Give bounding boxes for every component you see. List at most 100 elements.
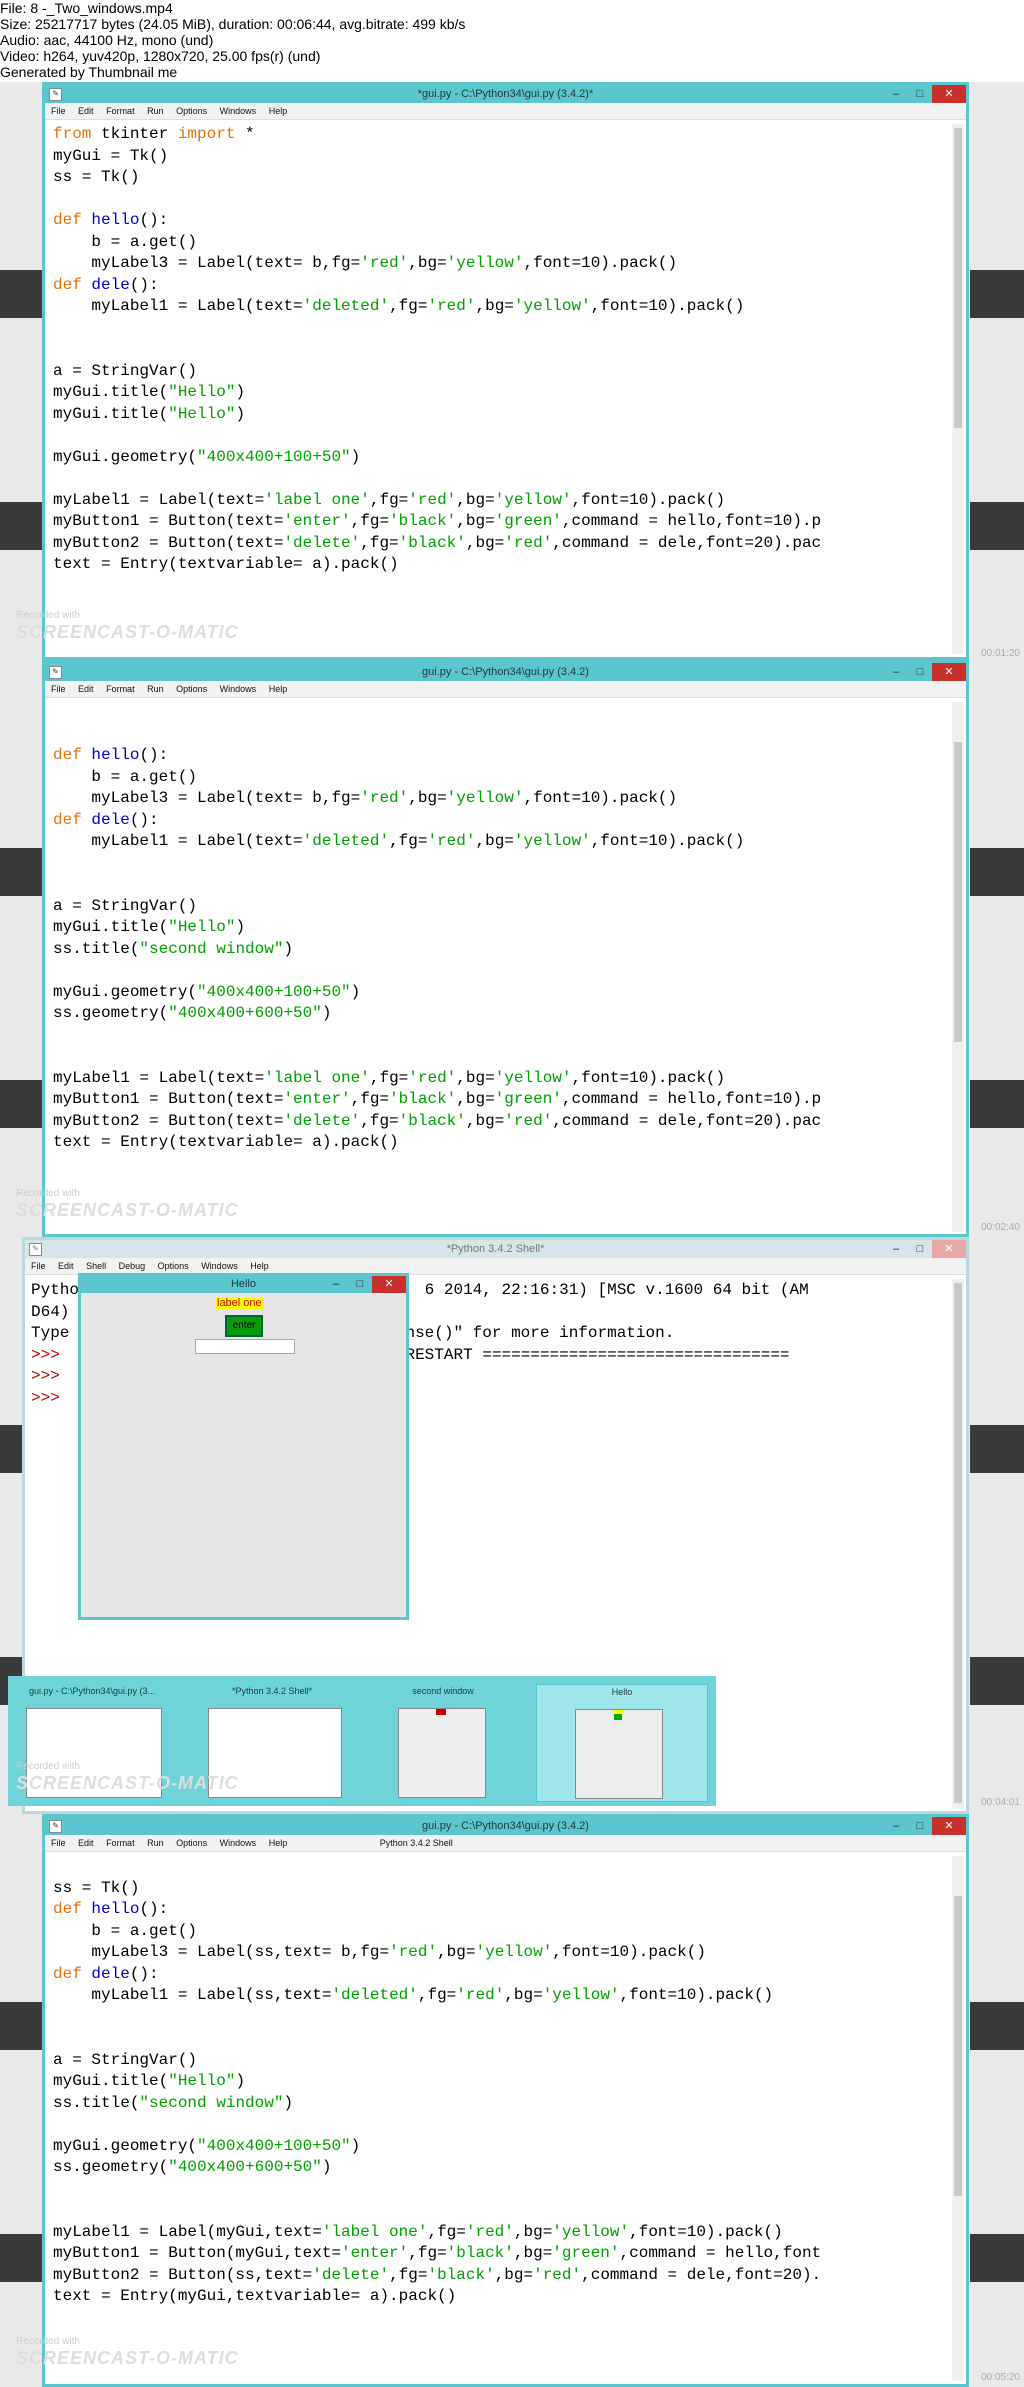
info-size: Size: 25217717 bytes (24.05 MiB), durati… xyxy=(0,16,466,32)
enter-button[interactable]: enter xyxy=(225,1315,263,1337)
menu-edit[interactable]: Edit xyxy=(78,1838,94,1848)
close-button[interactable]: ✕ xyxy=(932,1817,966,1835)
scrollbar-thumb[interactable] xyxy=(954,1896,962,2196)
recorded-with-text: Recorded with xyxy=(16,2336,80,2347)
menu-windows[interactable]: Windows xyxy=(220,1838,257,1848)
info-video: Video: h264, yuv420p, 1280x720, 25.00 fp… xyxy=(0,48,321,64)
screencast-logo: SCREENCAST-O-MATIC xyxy=(16,1773,239,1793)
timestamp: 00:02:40 xyxy=(981,1222,1020,1233)
window-titlebar[interactable]: ✎ gui.py - C:\Python34\gui.py (3.4.2) – … xyxy=(45,1817,966,1835)
timestamp: 00:05:20 xyxy=(981,2372,1020,2383)
close-button[interactable]: ✕ xyxy=(932,85,966,103)
vertical-scrollbar[interactable] xyxy=(952,124,964,654)
thumb-title: second window xyxy=(412,1686,474,1696)
frame-3: ✎ *Python 3.4.2 Shell* – □ ✕ File Edit S… xyxy=(0,1237,1024,1814)
window-title: *Python 3.4.2 Shell* xyxy=(446,1243,545,1255)
thumb-title: Hello xyxy=(611,1687,633,1697)
info-generated: Generated by Thumbnail me xyxy=(0,64,178,80)
timestamp: 00:01:20 xyxy=(981,648,1020,659)
menu-shell[interactable]: Shell xyxy=(86,1261,106,1271)
idle-icon: ✎ xyxy=(49,88,62,101)
menu-options[interactable]: Options xyxy=(176,1838,207,1848)
taskbar-thumb-hello[interactable]: Hello xyxy=(536,1684,708,1802)
menu-edit[interactable]: Edit xyxy=(58,1261,74,1271)
idle-editor-window: ✎ *gui.py - C:\Python34\gui.py (3.4.2)* … xyxy=(42,82,969,660)
close-button[interactable]: ✕ xyxy=(932,1240,966,1258)
menu-debug[interactable]: Debug xyxy=(119,1261,146,1271)
maximize-button[interactable]: □ xyxy=(908,663,932,681)
menu-help[interactable]: Help xyxy=(269,106,288,116)
scrollbar-thumb[interactable] xyxy=(954,742,962,1042)
idle-icon: ✎ xyxy=(49,666,62,679)
close-button[interactable]: ✕ xyxy=(372,1276,406,1293)
menu-help[interactable]: Help xyxy=(269,1838,288,1848)
menu-bar: File Edit Format Run Options Windows Hel… xyxy=(45,103,966,120)
menu-options[interactable]: Options xyxy=(176,106,207,116)
window-titlebar[interactable]: ✎ gui.py - C:\Python34\gui.py (3.4.2) – … xyxy=(45,663,966,681)
menu-format[interactable]: Format xyxy=(106,106,135,116)
idle-editor-window: ✎ gui.py - C:\Python34\gui.py (3.4.2) – … xyxy=(42,1814,969,2387)
minimize-button[interactable]: – xyxy=(884,663,908,681)
vertical-scrollbar[interactable] xyxy=(952,1856,964,2381)
menu-file[interactable]: File xyxy=(51,684,66,694)
vertical-scrollbar[interactable] xyxy=(952,1279,964,1809)
code-editor[interactable]: ss = Tk() def hello(): b = a.get() myLab… xyxy=(53,1856,948,2381)
frame-4: ✎ gui.py - C:\Python34\gui.py (3.4.2) – … xyxy=(0,1814,1024,2387)
maximize-button[interactable]: □ xyxy=(908,85,932,103)
frame-1: ✎ *gui.py - C:\Python34\gui.py (3.4.2)* … xyxy=(0,82,1024,660)
maximize-button[interactable]: □ xyxy=(908,1240,932,1258)
menu-run[interactable]: Run xyxy=(147,1838,164,1848)
video-info-header: File: 8 -_Two_windows.mp4 Size: 25217717… xyxy=(0,0,1024,82)
thumb-title: gui.py - C:\Python34\gui.py (3... xyxy=(28,1686,156,1696)
menu-bar: File Edit Format Run Options Windows Hel… xyxy=(45,681,966,698)
maximize-button[interactable]: □ xyxy=(908,1817,932,1835)
menu-windows[interactable]: Windows xyxy=(220,684,257,694)
idle-editor-window: ✎ gui.py - C:\Python34\gui.py (3.4.2) – … xyxy=(42,660,969,1237)
taskbar-thumb-second-window[interactable]: second window xyxy=(368,1684,518,1800)
minimize-button[interactable]: – xyxy=(884,85,908,103)
menu-file[interactable]: File xyxy=(31,1261,46,1271)
menu-file[interactable]: File xyxy=(51,106,66,116)
code-editor[interactable]: def hello(): b = a.get() myLabel3 = Labe… xyxy=(53,702,948,1232)
menu-options[interactable]: Options xyxy=(176,684,207,694)
menu-windows[interactable]: Windows xyxy=(220,106,257,116)
menu-help[interactable]: Help xyxy=(250,1261,269,1271)
minimize-button[interactable]: – xyxy=(324,1276,348,1293)
minimize-button[interactable]: – xyxy=(884,1817,908,1835)
menu-windows[interactable]: Windows xyxy=(201,1261,238,1271)
window-titlebar[interactable]: ✎ *gui.py - C:\Python34\gui.py (3.4.2)* … xyxy=(45,85,966,103)
scrollbar-thumb[interactable] xyxy=(954,128,962,428)
text-entry[interactable] xyxy=(195,1339,295,1354)
recorded-with-text: Recorded with xyxy=(16,1761,80,1772)
menu-edit[interactable]: Edit xyxy=(78,106,94,116)
frame-2: ✎ gui.py - C:\Python34\gui.py (3.4.2) – … xyxy=(0,660,1024,1237)
hello-titlebar[interactable]: Hello – □ ✕ xyxy=(81,1276,406,1293)
maximize-button[interactable]: □ xyxy=(348,1276,372,1293)
idle-icon: ✎ xyxy=(29,1243,42,1256)
info-audio: Audio: aac, 44100 Hz, mono (und) xyxy=(0,32,214,48)
menu-run[interactable]: Run xyxy=(147,684,164,694)
timestamp: 00:04:01 xyxy=(981,1797,1020,1808)
minimize-button[interactable]: – xyxy=(884,1240,908,1258)
idle-icon: ✎ xyxy=(49,1820,62,1833)
menu-format[interactable]: Format xyxy=(106,684,135,694)
menu-file[interactable]: File xyxy=(51,1838,66,1848)
vertical-scrollbar[interactable] xyxy=(952,702,964,1232)
close-button[interactable]: ✕ xyxy=(932,663,966,681)
screencast-logo: SCREENCAST-O-MATIC xyxy=(16,2348,239,2368)
menu-help[interactable]: Help xyxy=(269,684,288,694)
menu-edit[interactable]: Edit xyxy=(78,684,94,694)
scrollbar-thumb[interactable] xyxy=(954,1283,962,1803)
info-file: File: 8 -_Two_windows.mp4 xyxy=(0,0,173,16)
code-editor[interactable]: from tkinter import * myGui = Tk() ss = … xyxy=(53,124,948,576)
ghost-shell-title: Python 3.4.2 Shell xyxy=(379,1838,453,1848)
menu-format[interactable]: Format xyxy=(106,1838,135,1848)
recorded-with-text: Recorded with xyxy=(16,1188,80,1199)
menu-options[interactable]: Options xyxy=(158,1261,189,1271)
window-title: *gui.py - C:\Python34\gui.py (3.4.2)* xyxy=(417,88,594,100)
screencast-logo: SCREENCAST-O-MATIC xyxy=(16,622,239,642)
screencast-logo: SCREENCAST-O-MATIC xyxy=(16,1200,239,1220)
window-title: gui.py - C:\Python34\gui.py (3.4.2) xyxy=(422,1820,589,1832)
window-titlebar[interactable]: ✎ *Python 3.4.2 Shell* – □ ✕ xyxy=(25,1240,966,1258)
menu-run[interactable]: Run xyxy=(147,106,164,116)
